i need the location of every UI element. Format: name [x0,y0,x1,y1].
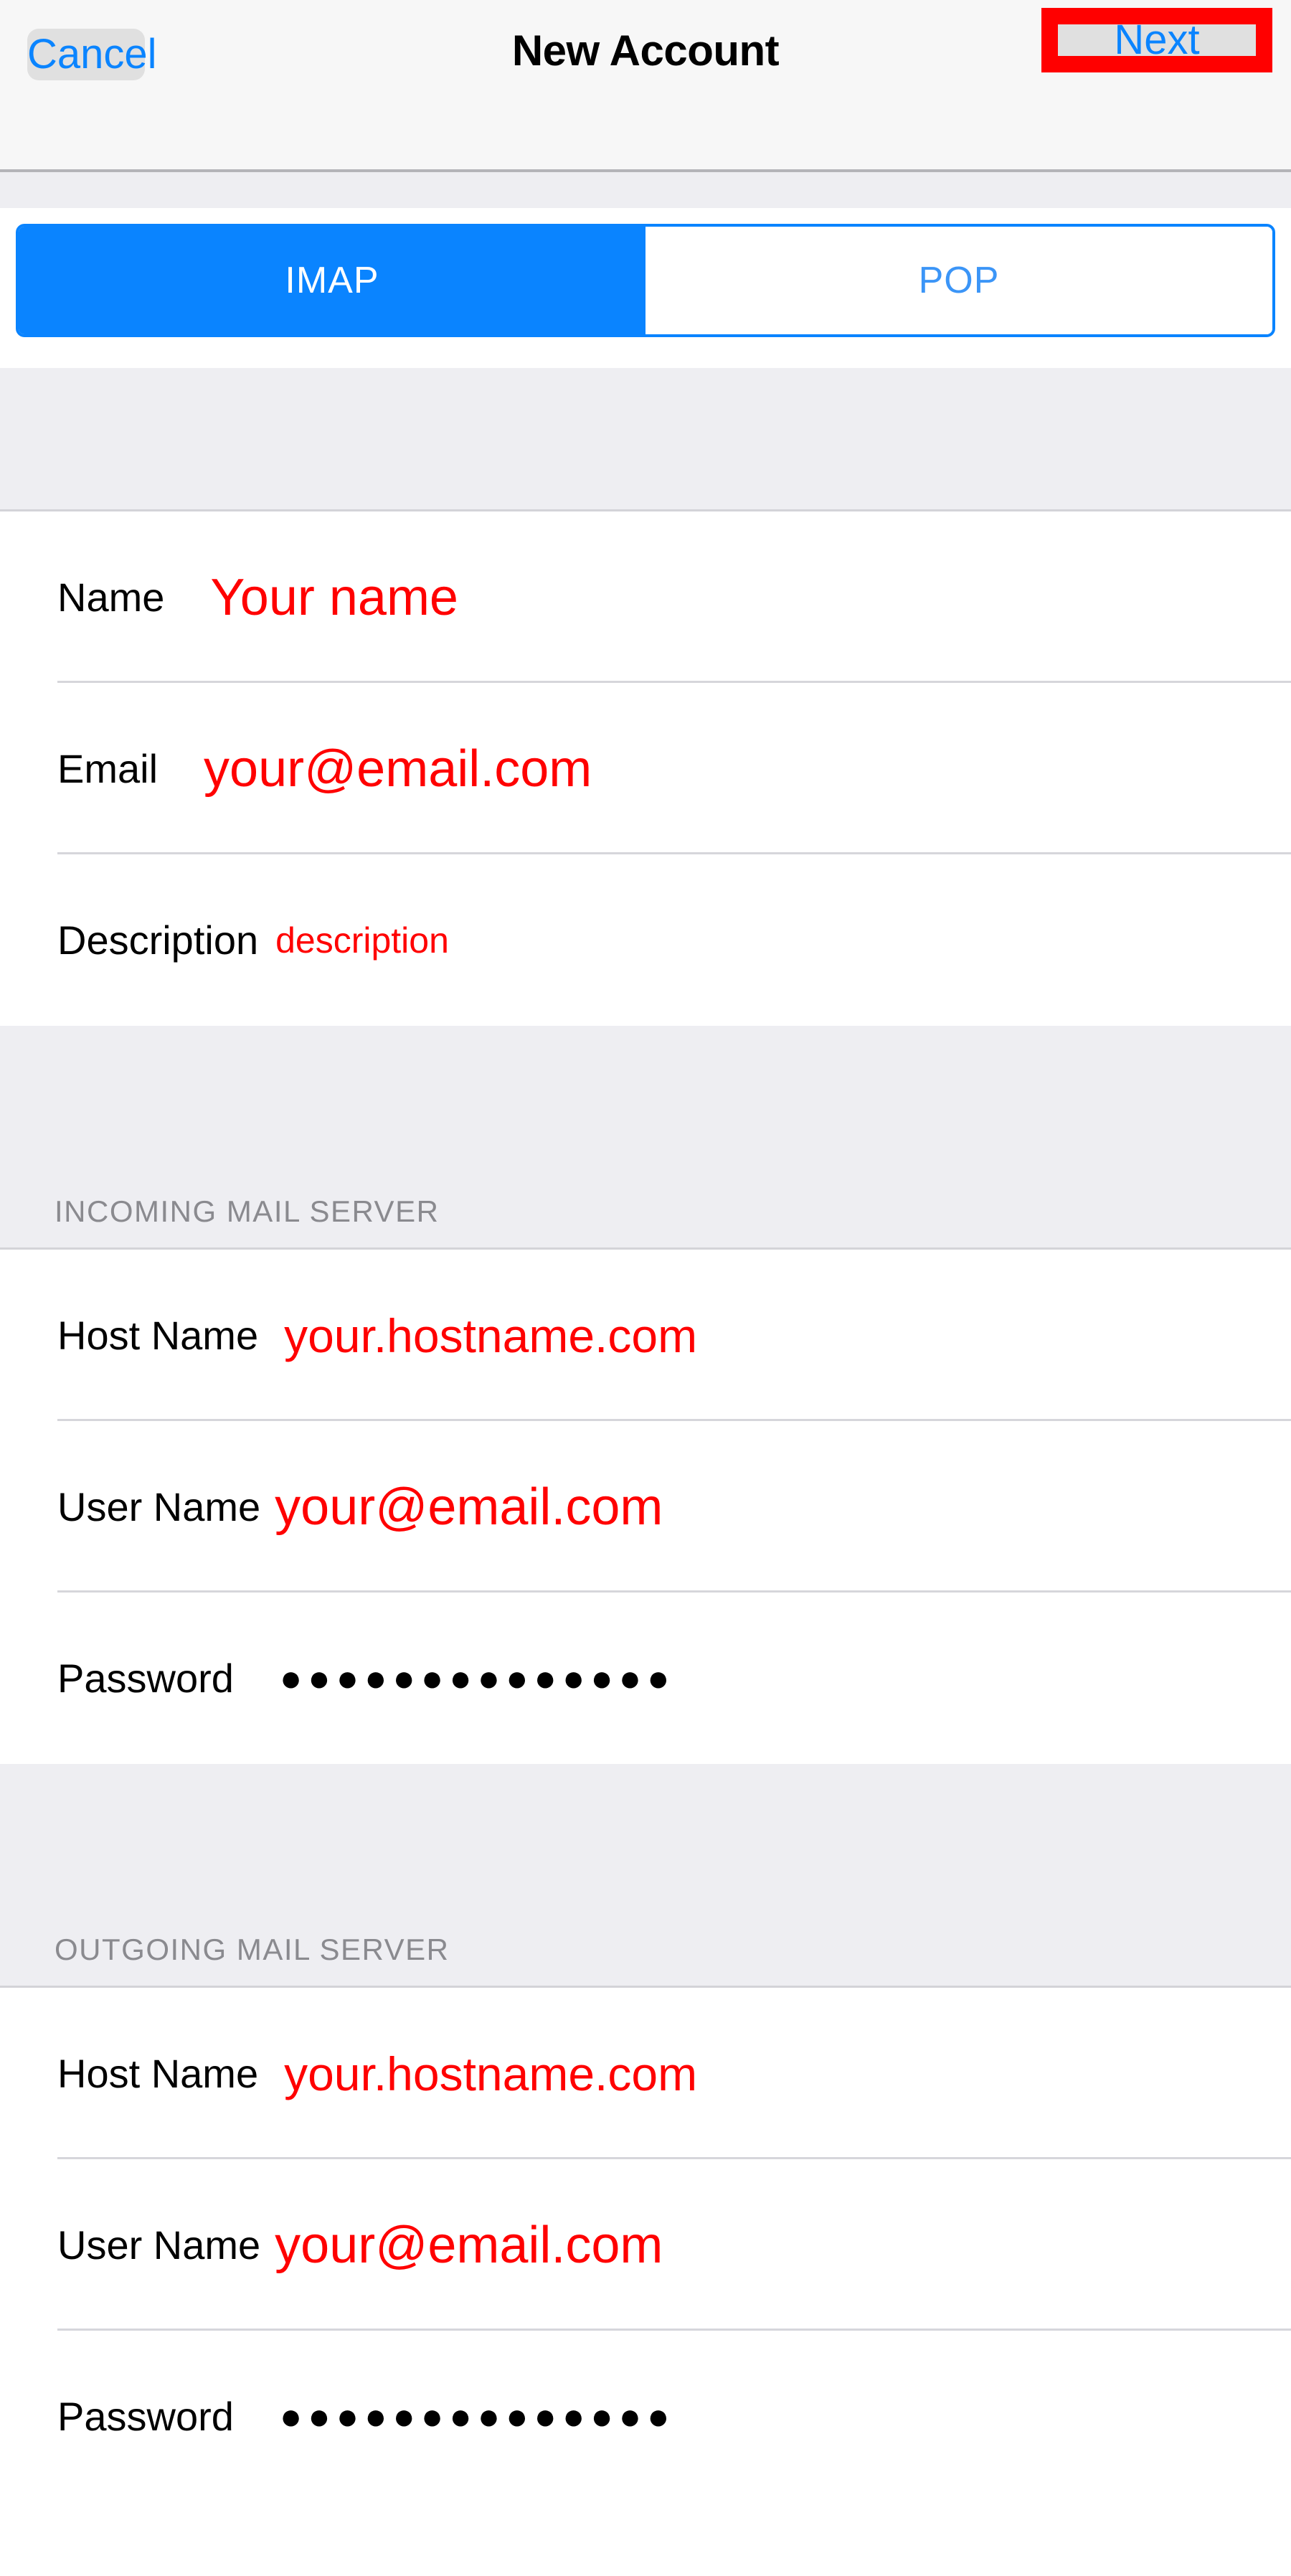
row-outgoing-user-name[interactable]: User Name your@email.com [0,2159,1291,2331]
nav-bottom-gray-strip [0,172,1291,208]
incoming-mail-server-header-text: INCOMING MAIL SERVER [55,1194,440,1228]
incoming-password-input[interactable]: ●●●●●●●●●●●●●● [280,1660,676,1697]
email-label: Email [57,746,159,791]
email-input[interactable]: your@email.com [204,740,592,798]
account-info-section: Name Your name Email your@email.com Desc… [0,511,1291,1026]
description-label: Description [57,917,259,963]
tab-imap[interactable]: IMAP [19,227,646,334]
incoming-mail-server-header: INCOMING MAIL SERVER [0,1169,1291,1250]
row-incoming-host-name[interactable]: Host Name your.hostname.com [0,1250,1291,1421]
incoming-host-name-input[interactable]: your.hostname.com [284,1308,697,1363]
segmented-control-bottom-spacer [0,337,1291,368]
segmented-control-wrapper: IMAP POP [0,224,1291,337]
outgoing-password-input[interactable]: ●●●●●●●●●●●●●● [280,2398,676,2435]
outgoing-password-label: Password [57,2394,234,2439]
incoming-mail-server-section: Host Name your.hostname.com User Name yo… [0,1250,1291,1764]
row-incoming-user-name[interactable]: User Name your@email.com [0,1421,1291,1593]
outgoing-mail-server-header: OUTGOING MAIL SERVER [0,1907,1291,1988]
incoming-section-gap [0,1026,1291,1169]
tab-pop[interactable]: POP [646,227,1272,334]
navigation-bar: Cancel New Account Next [0,0,1291,172]
incoming-user-name-label: User Name [57,1484,261,1529]
incoming-password-label: Password [57,1656,234,1701]
name-input[interactable]: Your name [210,568,458,627]
outgoing-user-name-label: User Name [57,2222,261,2268]
next-button[interactable]: Next [1058,19,1256,61]
outgoing-host-name-input[interactable]: your.hostname.com [284,2047,697,2101]
account-section-top-gap [0,368,1291,511]
row-description[interactable]: Description description [0,854,1291,1026]
outgoing-host-name-label: Host Name [57,2051,259,2096]
iphone-new-account-screen: Cancel New Account Next IMAP POP Name Yo… [0,0,1291,2576]
outgoing-mail-server-header-text: OUTGOING MAIL SERVER [55,1933,450,1966]
outgoing-user-name-input[interactable]: your@email.com [275,2216,663,2275]
outgoing-mail-server-section: Host Name your.hostname.com User Name yo… [0,1988,1291,2502]
row-outgoing-host-name[interactable]: Host Name your.hostname.com [0,1988,1291,2159]
incoming-host-name-label: Host Name [57,1313,259,1358]
row-email[interactable]: Email your@email.com [0,683,1291,854]
description-input[interactable]: description [275,920,449,961]
protocol-segmented-control[interactable]: IMAP POP [16,224,1275,337]
name-label: Name [57,575,165,620]
next-button-highlight-annotation: Next [1041,8,1272,72]
incoming-user-name-input[interactable]: your@email.com [275,1478,663,1537]
row-outgoing-password[interactable]: Password ●●●●●●●●●●●●●● [0,2331,1291,2502]
row-name[interactable]: Name Your name [0,511,1291,683]
outgoing-section-gap [0,1764,1291,1907]
segmented-control-top-spacer [0,208,1291,224]
row-incoming-password[interactable]: Password ●●●●●●●●●●●●●● [0,1593,1291,1764]
